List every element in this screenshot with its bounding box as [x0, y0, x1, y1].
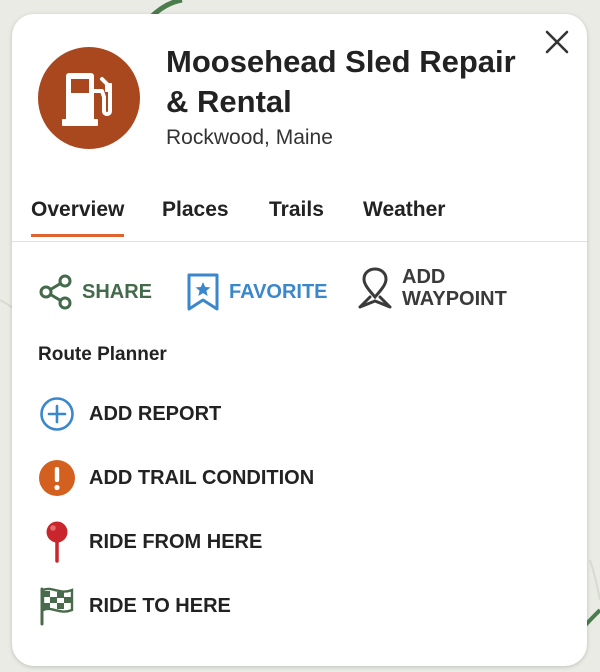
route-planner-title: Route Planner [38, 344, 167, 365]
red-pin-icon [46, 521, 68, 563]
share-icon [39, 274, 72, 310]
tab-overview[interactable]: Overview [31, 198, 125, 237]
checkered-flag-icon [40, 587, 74, 626]
favorite-label: FAVORITE [229, 281, 328, 303]
tab-trails[interactable]: Trails [269, 198, 324, 236]
add-report-button[interactable]: ADD REPORT [38, 394, 221, 434]
place-info-card: Moosehead Sled Repair & Rental Rockwood,… [12, 14, 587, 666]
exclamation-circle-icon [39, 460, 75, 496]
plus-circle-icon [40, 397, 74, 431]
place-avatar [38, 47, 140, 149]
action-row: SHARE FAVORITE ADD WAYPOINT [12, 264, 587, 324]
tab-weather[interactable]: Weather [363, 198, 445, 236]
add-waypoint-label-line1: ADD [402, 266, 446, 288]
add-trail-condition-label: ADD TRAIL CONDITION [89, 466, 315, 489]
ride-to-here-label: RIDE TO HERE [89, 594, 231, 617]
share-button[interactable]: SHARE [38, 274, 152, 310]
ride-from-here-label: RIDE FROM HERE [89, 530, 263, 553]
favorite-button[interactable]: FAVORITE [185, 272, 328, 312]
place-title: Moosehead Sled Repair & Rental [166, 44, 516, 119]
ride-from-here-button[interactable]: RIDE FROM HERE [38, 521, 263, 563]
tab-bar: Overview Places Trails Weather [12, 190, 587, 242]
add-report-label: ADD REPORT [89, 402, 222, 425]
add-waypoint-label-line2: WAYPOINT [402, 288, 507, 310]
fuel-pump-icon [62, 73, 112, 126]
add-waypoint-label: ADD WAYPOINT [402, 266, 507, 310]
add-trail-condition-button[interactable]: ADD TRAIL CONDITION [38, 458, 314, 498]
bookmark-star-icon [187, 273, 219, 311]
ride-to-here-button[interactable]: RIDE TO HERE [38, 586, 231, 626]
add-waypoint-button[interactable]: ADD WAYPOINT [356, 266, 507, 310]
map-pin-icon [358, 267, 392, 309]
tab-places[interactable]: Places [162, 198, 229, 236]
place-location: Rockwood, Maine [166, 126, 333, 149]
share-label: SHARE [82, 281, 153, 303]
